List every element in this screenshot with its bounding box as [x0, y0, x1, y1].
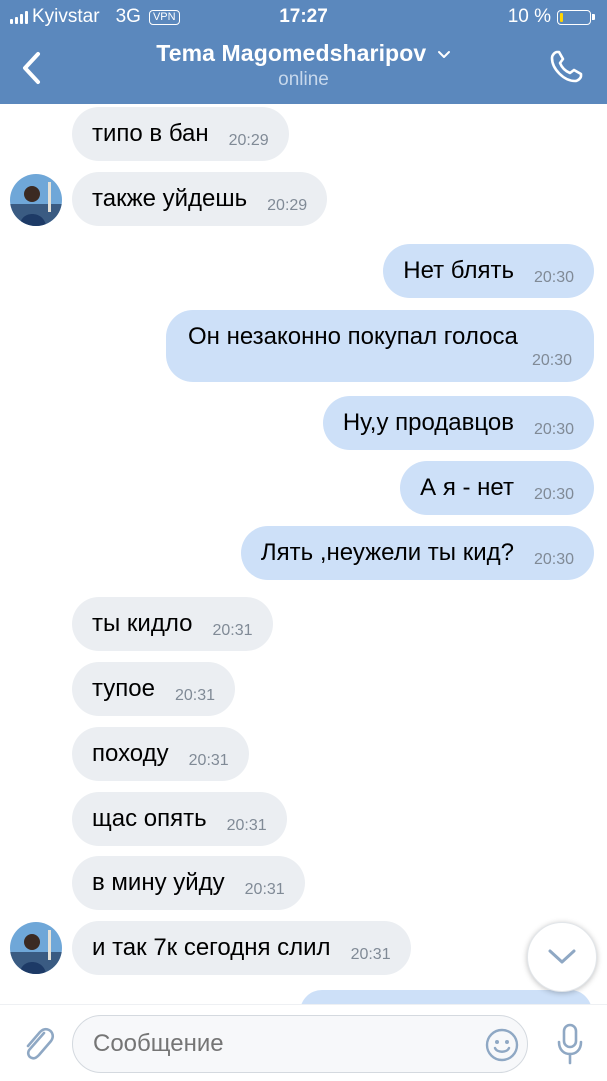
phone-icon [550, 50, 583, 83]
paperclip-icon [26, 1027, 55, 1060]
message-time: 20:31 [174, 687, 215, 704]
message-text: походу [92, 740, 169, 767]
message-bubble[interactable]: в мину уйду 20:31 [72, 856, 305, 910]
message-bubble[interactable]: и так 7к сегодня слил 20:31 [72, 921, 411, 975]
chevron-down-icon [548, 949, 576, 964]
chat-header: 17:27 Kyivstar 3G VPN 10 % Tema Magomeds… [0, 0, 607, 104]
message-text: в мину уйду [92, 869, 225, 896]
chevron-left-icon [23, 52, 40, 84]
microphone-icon [557, 1023, 583, 1065]
message-time: 20:30 [531, 352, 572, 369]
message-composer [0, 1004, 607, 1081]
call-button[interactable] [543, 44, 589, 90]
battery-level [560, 12, 563, 22]
message-text: также уйдешь [92, 185, 248, 212]
message-text: Нет блять [403, 257, 514, 284]
avatar[interactable] [10, 922, 62, 974]
message-text: тупое [92, 675, 155, 702]
message-time: 20:29 [228, 132, 269, 149]
message-bubble[interactable]: Нет блять 20:30 [383, 244, 594, 298]
battery-tip [592, 14, 595, 20]
microphone-button[interactable] [548, 1019, 592, 1069]
message-input[interactable] [72, 1015, 528, 1073]
message-time: 20:30 [533, 269, 574, 286]
back-button[interactable] [10, 40, 54, 96]
attach-button[interactable] [16, 1021, 60, 1065]
message-bubble[interactable]: щас опять 20:31 [72, 792, 287, 846]
avatar-photo [10, 922, 62, 974]
message-text: Ну,у продавцов [342, 409, 514, 436]
emoji-button[interactable] [480, 1023, 524, 1067]
message-bubble[interactable]: А я - нет 20:30 [400, 461, 594, 515]
message-time: 20:30 [533, 421, 574, 438]
message-text: А я - нет [420, 474, 514, 501]
message-text: типо в бан [92, 120, 209, 147]
message-text: Он незаконно покупал голоса [188, 323, 518, 350]
signal-icon [10, 10, 28, 24]
smiley-icon [485, 1028, 519, 1062]
message-text: Лять ,неужели ты кид? [260, 539, 514, 566]
battery-icon [557, 9, 591, 25]
message-time: 20:31 [188, 752, 229, 769]
message-list[interactable]: типо в бан 20:29 также уйдешь 20:29 Нет … [0, 104, 607, 1004]
carrier-name: Kyivstar [32, 6, 100, 27]
vpn-badge: VPN [148, 9, 180, 25]
message-time: 20:30 [533, 486, 574, 503]
message-bubble[interactable]: тупое 20:31 [72, 662, 235, 716]
message-bubble[interactable]: Лять ,неужели ты кид? 20:30 [240, 526, 594, 580]
message-bubble[interactable]: Он незаконно покупал голоса 20:30 [166, 310, 594, 382]
message-time: 20:31 [226, 817, 267, 834]
network-type: 3G [115, 6, 141, 27]
status-bar: 17:27 Kyivstar 3G VPN 10 % [0, 0, 607, 34]
message-bubble[interactable]: также уйдешь 20:29 [72, 172, 328, 226]
message-text: и так 7к сегодня слил [92, 934, 331, 961]
message-time: 20:31 [212, 622, 253, 639]
contact-name[interactable]: Tema Magomedsharipov [156, 40, 426, 66]
message-time: 20:30 [533, 551, 574, 568]
battery-percent: 10 % [507, 6, 551, 27]
chat-title[interactable]: Tema Magomedsharipov online [100, 38, 507, 92]
message-bubble-partial [300, 990, 592, 1004]
avatar-photo [10, 174, 62, 226]
message-time: 20:31 [244, 881, 285, 898]
avatar[interactable] [10, 174, 62, 226]
message-time: 20:31 [350, 946, 391, 963]
message-bubble[interactable]: типо в бан 20:29 [72, 107, 289, 161]
presence-status: online [278, 69, 329, 90]
message-bubble[interactable]: ты кидло 20:31 [72, 597, 273, 651]
message-time: 20:29 [267, 197, 308, 214]
message-text: щас опять [92, 805, 207, 832]
scroll-down-button[interactable] [527, 922, 597, 992]
message-bubble[interactable]: Ну,у продавцов 20:30 [322, 396, 594, 450]
message-bubble[interactable]: походу 20:31 [72, 727, 249, 781]
message-text: ты кидло [92, 610, 193, 637]
chevron-down-icon [437, 50, 450, 58]
